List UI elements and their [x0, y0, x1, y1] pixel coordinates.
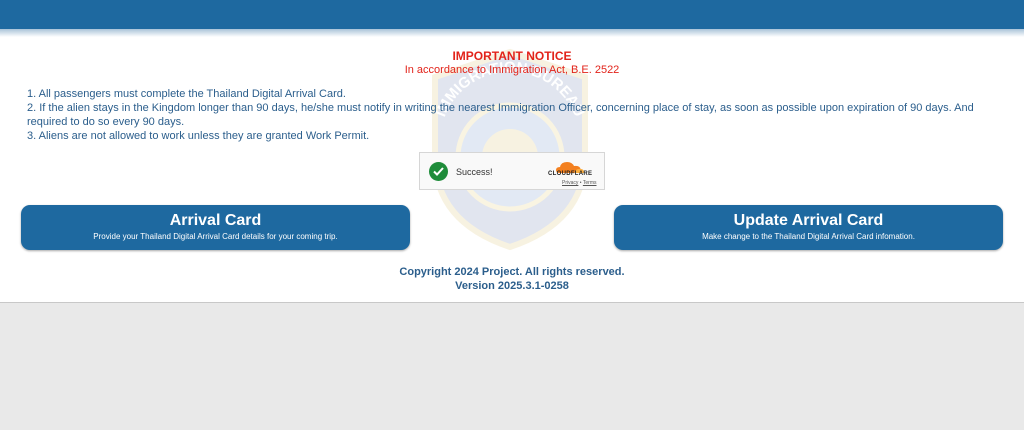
captcha-status: Success! — [456, 167, 493, 177]
privacy-link[interactable]: Privacy — [562, 180, 578, 186]
update-arrival-card-title: Update Arrival Card — [733, 212, 884, 229]
immigration-bureau-emblem-watermark: IMMIGRATION BUREAU — [432, 48, 588, 251]
copyright-text: Copyright 2024 Project. All rights reser… — [399, 266, 625, 278]
notice-title: IMPORTANT NOTICE — [452, 49, 572, 63]
update-arrival-card-button[interactable]: Update Arrival Card Make change to the T… — [614, 205, 1003, 250]
arrival-card-title: Arrival Card — [169, 212, 262, 229]
arrival-card-button[interactable]: Arrival Card Provide your Thailand Digit… — [21, 205, 410, 250]
cloudflare-captcha-widget[interactable]: Success! CLOUDFLARE Privacy • Terms — [419, 152, 605, 190]
cloudflare-brand: CLOUDFLARE — [548, 171, 593, 177]
version-text: Version 2025.3.1-0258 — [455, 280, 569, 292]
check-circle-icon — [429, 162, 448, 181]
header-shadow — [0, 29, 1024, 37]
rule-item: 2. If the alien stays in the Kingdom lon… — [27, 102, 974, 128]
main-panel: IMMIGRATION BUREAU IMPORTANT NOTICE In a… — [0, 37, 1024, 303]
terms-link[interactable]: Terms — [583, 180, 597, 186]
notice-rules: 1. All passengers must complete the Thai… — [27, 87, 1002, 143]
rule-item: 1. All passengers must complete the Thai… — [27, 88, 346, 100]
header-bar — [0, 0, 1024, 29]
arrival-card-subtitle: Provide your Thailand Digital Arrival Ca… — [93, 232, 338, 241]
link-separator: • — [579, 180, 582, 186]
rule-item: 3. Aliens are not allowed to work unless… — [27, 130, 370, 142]
notice-subtitle: In accordance to Immigration Act, B.E. 2… — [404, 64, 620, 76]
update-arrival-card-subtitle: Make change to the Thailand Digital Arri… — [702, 232, 915, 241]
